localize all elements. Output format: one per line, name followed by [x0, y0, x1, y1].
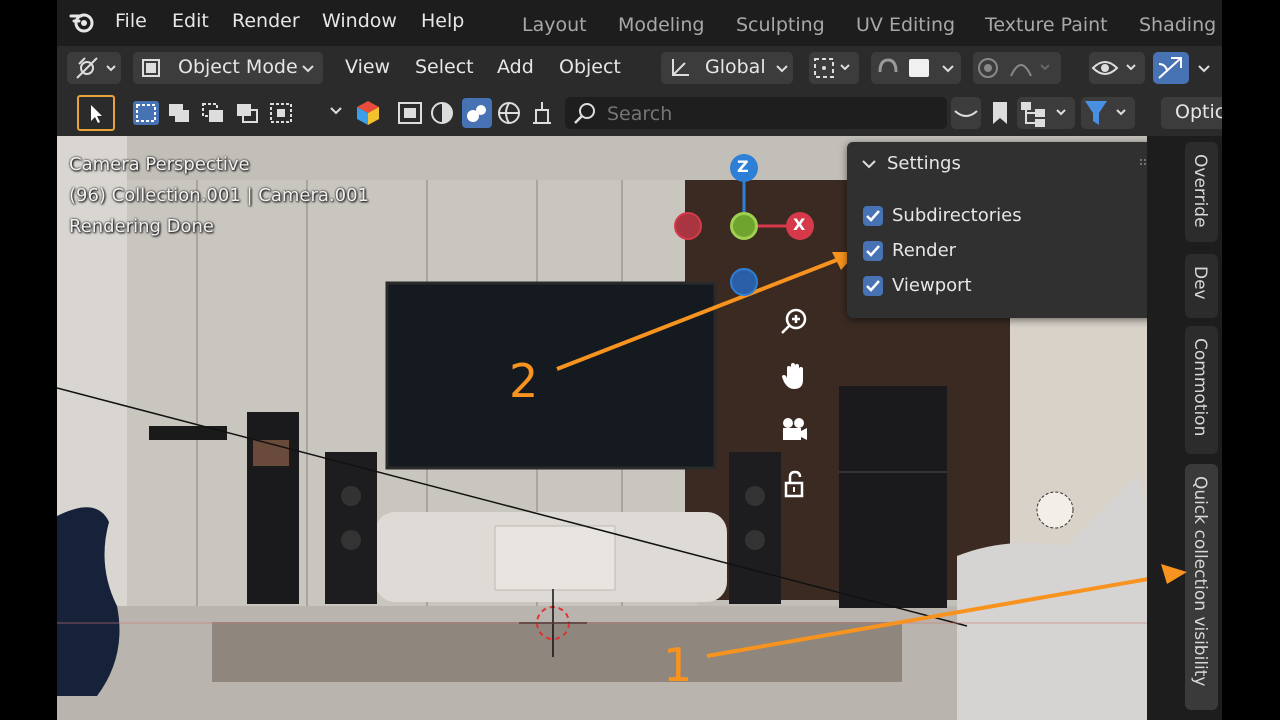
cursor-arrow-icon: [91, 105, 102, 123]
tab-dev-label: Dev: [1190, 266, 1210, 300]
pivot-point-icon: [814, 58, 850, 78]
tab-dev[interactable]: Dev: [1185, 254, 1218, 318]
header-menu-object[interactable]: Object: [559, 56, 621, 78]
orientation-axes-icon: [672, 59, 689, 76]
menu-help[interactable]: Help: [421, 10, 464, 32]
proportional-editing-group[interactable]: [973, 52, 1061, 84]
sidebar-tabs: Override Dev Commotion Quick collection …: [1147, 136, 1222, 720]
editor-type-icon: [76, 57, 116, 79]
search-icon: [574, 103, 595, 124]
navigation-gizmo[interactable]: Z X: [669, 150, 829, 310]
mode-label: Object Mode: [178, 56, 298, 78]
color-cube-icon[interactable]: [355, 99, 381, 127]
tab-commotion-label: Commotion: [1190, 338, 1210, 437]
checkmark-icon: [866, 245, 880, 257]
menu-window[interactable]: Window: [322, 10, 397, 32]
funnel-icon: [1085, 101, 1126, 125]
bookmark-icon[interactable]: [989, 100, 1011, 126]
settings-panel: Settings Subdirectories Render Viewport: [847, 142, 1172, 318]
eye-icon: [1091, 61, 1136, 75]
blender-window: File Edit Render Window Help Layout Mode…: [57, 0, 1222, 720]
blender-logo-icon[interactable]: [69, 10, 95, 34]
zoom-icon[interactable]: [778, 306, 810, 338]
viewport-label[interactable]: Viewport: [892, 275, 972, 296]
gizmo-toggle-button[interactable]: [1153, 52, 1189, 84]
checkmark-icon: [866, 280, 880, 292]
pivot-point-dropdown[interactable]: [809, 52, 859, 84]
settings-panel-title[interactable]: Settings: [887, 153, 961, 174]
chevron-down-icon: [302, 65, 314, 73]
subdirectories-checkbox[interactable]: [863, 206, 883, 226]
viewport-info-perspective: Camera Perspective: [69, 154, 250, 175]
object-mode-icon: [142, 59, 160, 77]
gizmo-z-label: Z: [737, 157, 749, 176]
tab-modeling[interactable]: Modeling: [618, 14, 704, 36]
chevron-down-icon[interactable]: [861, 158, 877, 170]
hand-pan-icon[interactable]: [778, 360, 810, 392]
tab-commotion[interactable]: Commotion: [1185, 326, 1218, 454]
render-checkbox[interactable]: [863, 241, 883, 261]
tab-quick-collection-visibility-label: Quick collection visibility: [1190, 476, 1210, 687]
header-menu-view[interactable]: View: [345, 56, 390, 78]
curve-icon: [954, 110, 978, 117]
menu-file[interactable]: File: [115, 10, 147, 32]
tab-uv-editing[interactable]: UV Editing: [856, 14, 955, 36]
header-menu-select[interactable]: Select: [415, 56, 474, 78]
tab-quick-collection-visibility[interactable]: Quick collection visibility: [1185, 464, 1218, 710]
header-menu-add[interactable]: Add: [497, 56, 534, 78]
unlock-icon[interactable]: [778, 468, 810, 500]
chevron-down-icon: [942, 65, 954, 73]
viewport-checkbox[interactable]: [863, 276, 883, 296]
annotation-number-1: 1: [663, 638, 693, 692]
tool-header: Optic: [57, 90, 1222, 136]
render-label[interactable]: Render: [892, 240, 956, 261]
options-label: Optic: [1175, 101, 1222, 123]
menu-edit[interactable]: Edit: [172, 10, 209, 32]
filter-toggle-icons[interactable]: [395, 98, 555, 128]
snap-magnet-icon: [878, 58, 898, 73]
top-menu-bar: File Edit Render Window Help Layout Mode…: [57, 0, 1222, 46]
snap-group[interactable]: [871, 52, 961, 84]
viewport-info-collection: (96) Collection.001 | Camera.001: [69, 185, 370, 206]
snap-target-icon: [909, 59, 929, 77]
gizmo-neg-x-axis[interactable]: [674, 212, 702, 240]
tab-layout[interactable]: Layout: [522, 14, 587, 36]
search-field[interactable]: [565, 97, 947, 129]
tab-sculpting[interactable]: Sculpting: [736, 14, 825, 36]
editor-type-button[interactable]: [67, 52, 121, 84]
viewport-info-status: Rendering Done: [69, 216, 214, 237]
gizmo-icon: [1158, 57, 1182, 79]
mode-dropdown[interactable]: Object Mode: [133, 52, 323, 84]
search-input[interactable]: [605, 100, 939, 128]
annotation-arrow-head-1: [1161, 564, 1187, 584]
outliner-filter-dropdown[interactable]: [1081, 97, 1135, 129]
checkmark-icon: [866, 210, 880, 222]
chevron-down-icon: [776, 65, 788, 73]
orientation-label: Global: [705, 56, 766, 78]
camera-icon[interactable]: [778, 414, 810, 446]
subdirectories-label[interactable]: Subdirectories: [892, 205, 1022, 226]
select-tool-button[interactable]: [77, 95, 115, 131]
tab-override[interactable]: Override: [1185, 142, 1218, 242]
annotation-number-2: 2: [509, 354, 539, 408]
gizmo-neg-z-axis[interactable]: [730, 268, 758, 296]
proportional-editing-icon: [978, 58, 1050, 78]
transform-orientation-dropdown[interactable]: Global: [661, 52, 793, 84]
tab-shading[interactable]: Shading: [1139, 14, 1216, 36]
hierarchy-dropdown[interactable]: [1017, 97, 1075, 129]
selection-mode-icons[interactable]: [131, 98, 301, 128]
tab-override-label: Override: [1190, 154, 1210, 228]
filter-restrict-button[interactable]: [951, 97, 981, 129]
hierarchy-icon: [1021, 102, 1066, 127]
menu-render[interactable]: Render: [232, 10, 300, 32]
gizmo-x-label: X: [793, 215, 806, 234]
chevron-down-icon[interactable]: [329, 106, 343, 116]
tab-texture-paint[interactable]: Texture Paint: [985, 14, 1108, 36]
chevron-down-icon[interactable]: [1197, 64, 1211, 74]
gizmo-y-axis[interactable]: [730, 212, 758, 240]
viewport-header: Object Mode View Select Add Object Globa…: [57, 46, 1222, 90]
visibility-dropdown[interactable]: [1089, 52, 1145, 84]
options-button[interactable]: Optic: [1161, 97, 1222, 129]
